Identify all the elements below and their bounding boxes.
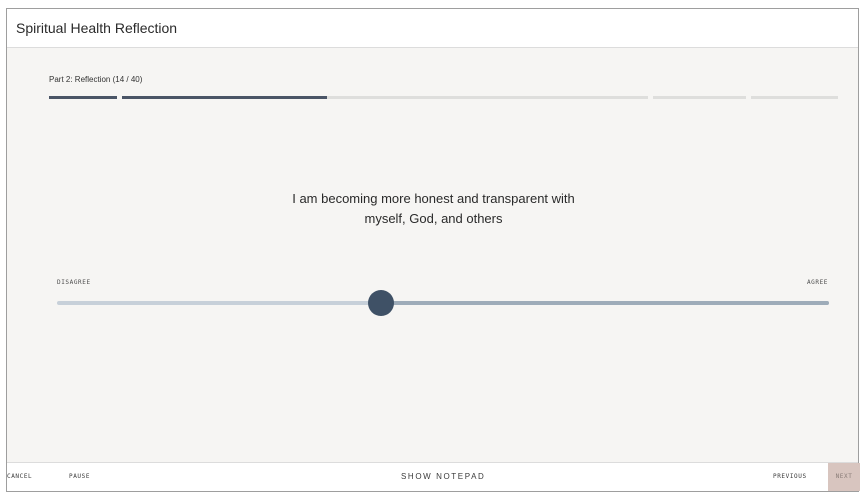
progress-label: Part 2: Reflection (14 / 40) — [49, 75, 143, 84]
show-notepad-button[interactable]: SHOW NOTEPAD — [401, 463, 485, 491]
slider-track-remaining — [381, 301, 829, 305]
next-button[interactable]: NEXT — [828, 463, 860, 491]
progress-segment-3 — [653, 96, 746, 99]
progress-segment-1 — [49, 96, 117, 99]
question-line-2: myself, God, and others — [364, 211, 503, 226]
agreement-slider-thumb[interactable] — [368, 290, 395, 316]
progress-segment-2-fill — [122, 96, 328, 99]
progress-segment-2 — [122, 96, 648, 99]
app-title: Spiritual Health Reflection — [16, 20, 178, 36]
agreement-slider-track[interactable] — [57, 301, 829, 305]
previous-button[interactable]: PREVIOUS — [773, 463, 807, 491]
title-bar: Spiritual Health Reflection — [7, 9, 858, 48]
question-line-1: I am becoming more honest and transparen… — [292, 191, 575, 206]
scale-max-label: AGREE — [806, 279, 828, 286]
progress-segment-1-fill — [49, 96, 117, 99]
cancel-button[interactable]: CANCEL — [7, 463, 32, 491]
footer-bar: CANCEL PAUSE SHOW NOTEPAD PREVIOUS NEXT — [7, 462, 860, 491]
progress-segment-4 — [751, 96, 838, 99]
question-text: I am becoming more honest and transparen… — [207, 189, 660, 229]
app-window: Spiritual Health Reflection Part 2: Refl… — [6, 8, 860, 492]
scale-min-label: DISAGREE — [57, 279, 91, 286]
pause-button[interactable]: PAUSE — [69, 463, 90, 491]
